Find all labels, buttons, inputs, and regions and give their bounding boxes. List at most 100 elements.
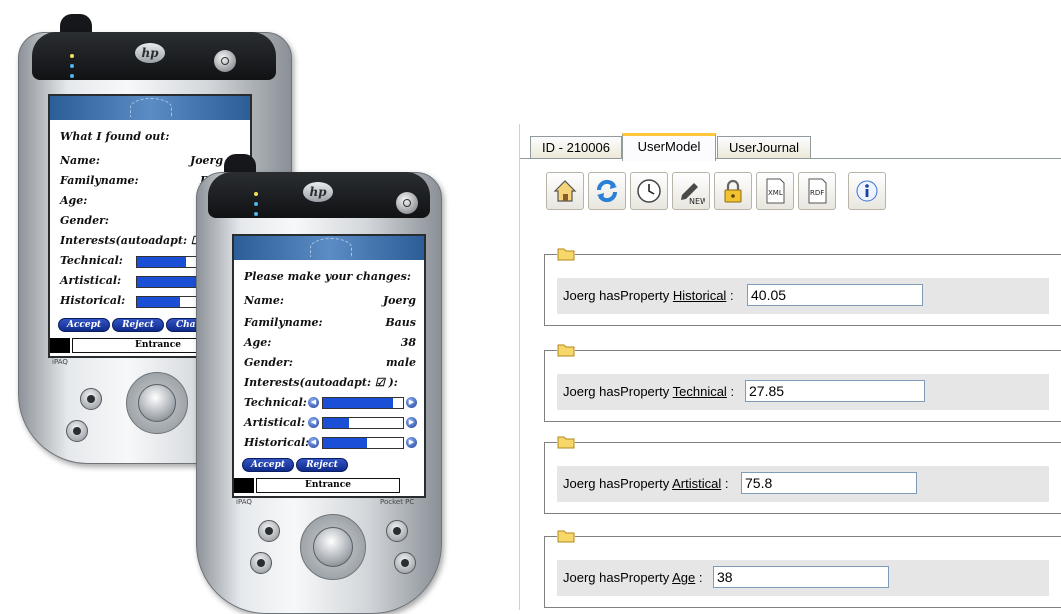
calendar-hw-button[interactable] xyxy=(80,388,102,410)
history-button[interactable] xyxy=(630,172,668,210)
field-value: 38 xyxy=(400,336,416,349)
folder-icon xyxy=(557,434,575,449)
navigation-pad[interactable] xyxy=(138,384,176,422)
property-group-technical: Joerg hasProperty Technical : xyxy=(544,342,1061,422)
info-icon xyxy=(856,180,878,202)
bar-label: Historical: xyxy=(60,294,126,307)
property-name-link[interactable]: Artistical xyxy=(672,476,721,491)
accept-button[interactable]: Accept xyxy=(58,318,110,332)
status-entrance: Entrance xyxy=(256,478,400,493)
interest-bar[interactable] xyxy=(322,437,404,449)
interest-bar-fill xyxy=(323,418,350,428)
interest-bar-fill xyxy=(137,257,186,267)
home-button[interactable] xyxy=(546,172,584,210)
contacts-hw-button[interactable] xyxy=(66,420,88,442)
interest-bar-fill xyxy=(323,398,394,408)
property-row: Joerg hasProperty Technical : xyxy=(557,374,1049,410)
power-button[interactable] xyxy=(396,192,418,214)
reject-button[interactable]: Reject xyxy=(296,458,348,472)
decrease-arrow-icon[interactable]: ◀ xyxy=(308,417,319,428)
property-row: Joerg hasProperty Historical : xyxy=(557,278,1049,314)
folder-icon xyxy=(557,528,575,543)
increase-arrow-icon[interactable]: ▶ xyxy=(406,417,417,428)
property-name-link[interactable]: Technical xyxy=(673,384,727,399)
property-subject: Joerg hasProperty xyxy=(563,384,670,399)
bar-label: Historical: xyxy=(244,436,310,449)
rdf-icon-text: RDF xyxy=(810,189,824,197)
property-subject: Joerg hasProperty xyxy=(563,570,670,585)
field-value: Joerg xyxy=(382,294,416,307)
increase-arrow-icon[interactable]: ▶ xyxy=(406,437,417,448)
tab-bar: ID - 210006 UserModel UserJournal xyxy=(520,124,1061,161)
rdf-document-icon: RDF xyxy=(808,178,827,204)
field-label: Age: xyxy=(60,194,88,207)
export-xml-button[interactable]: XML xyxy=(756,172,794,210)
pocket-pc-label: Pocket PC xyxy=(380,498,415,506)
status-led xyxy=(70,54,74,58)
increase-arrow-icon[interactable]: ▶ xyxy=(406,397,417,408)
field-label: Familyname: xyxy=(244,316,323,329)
screen-heading: Please make your changes: xyxy=(244,270,411,283)
inbox-hw-button[interactable] xyxy=(386,520,408,542)
home-hw-button[interactable] xyxy=(394,552,416,574)
bar-label: Technical: xyxy=(60,254,123,267)
interests-label[interactable]: Interests(autoadapt: ☑ ): xyxy=(244,376,398,389)
field-value: male xyxy=(386,356,416,369)
field-label: Name: xyxy=(244,294,284,307)
lock-button[interactable] xyxy=(714,172,752,210)
property-name-link[interactable]: Historical xyxy=(673,288,726,303)
property-name-link[interactable]: Age xyxy=(672,570,695,585)
property-group-age: Joerg hasProperty Age : xyxy=(544,528,1061,608)
property-subject: Joerg hasProperty xyxy=(563,476,670,491)
status-led xyxy=(70,74,74,78)
pda-screen: Please make your changes: Name: Joerg Fa… xyxy=(232,234,426,498)
field-value: Baus xyxy=(385,316,416,329)
bar-label: Artistical: xyxy=(60,274,122,287)
info-button[interactable] xyxy=(848,172,886,210)
property-subject: Joerg hasProperty xyxy=(563,288,670,303)
accept-button[interactable]: Accept xyxy=(242,458,294,472)
refresh-icon xyxy=(596,179,618,203)
artistical-value-input[interactable] xyxy=(741,472,917,494)
screen-banner xyxy=(50,96,250,120)
hp-logo: hp xyxy=(303,182,333,202)
new-entry-button[interactable]: NEW xyxy=(672,172,710,210)
interest-bar[interactable] xyxy=(322,397,404,409)
field-label: Gender: xyxy=(60,214,109,227)
status-black-block xyxy=(234,478,254,493)
navigation-pad[interactable] xyxy=(313,527,353,567)
status-led xyxy=(254,192,258,196)
folder-icon xyxy=(557,246,575,261)
interest-bar-fill xyxy=(323,438,367,448)
tab-user-model[interactable]: UserModel xyxy=(622,133,716,161)
decrease-arrow-icon[interactable]: ◀ xyxy=(308,437,319,448)
decrease-arrow-icon[interactable]: ◀ xyxy=(308,397,319,408)
bar-label: Technical: xyxy=(244,396,307,409)
xml-document-icon: XML xyxy=(766,178,785,204)
power-button[interactable] xyxy=(214,50,236,72)
calendar-hw-button[interactable] xyxy=(258,520,280,542)
tab-id[interactable]: ID - 210006 xyxy=(530,136,622,158)
property-label: Joerg hasProperty Age : xyxy=(563,570,703,585)
contacts-hw-button[interactable] xyxy=(250,552,272,574)
folder-icon xyxy=(557,342,575,357)
ipaq-label: iPAQ xyxy=(52,358,68,366)
interest-bar[interactable] xyxy=(322,417,404,429)
user-model-panel: ID - 210006 UserModel UserJournal NEW XM… xyxy=(519,124,1061,610)
property-row: Joerg hasProperty Artistical : xyxy=(557,466,1049,502)
interest-bar-fill xyxy=(137,297,181,307)
refresh-button[interactable] xyxy=(588,172,626,210)
age-value-input[interactable] xyxy=(713,566,889,588)
status-led xyxy=(254,202,258,206)
historical-value-input[interactable] xyxy=(747,284,923,306)
tab-user-journal[interactable]: UserJournal xyxy=(717,136,811,158)
property-group-artistical: Joerg hasProperty Artistical : xyxy=(544,434,1061,514)
bar-label: Artistical: xyxy=(244,416,306,429)
property-row: Joerg hasProperty Age : xyxy=(557,560,1049,596)
status-led xyxy=(70,64,74,68)
reject-button[interactable]: Reject xyxy=(112,318,164,332)
home-icon xyxy=(553,180,577,202)
technical-value-input[interactable] xyxy=(745,380,925,402)
export-rdf-button[interactable]: RDF xyxy=(798,172,836,210)
clock-icon xyxy=(637,179,661,203)
